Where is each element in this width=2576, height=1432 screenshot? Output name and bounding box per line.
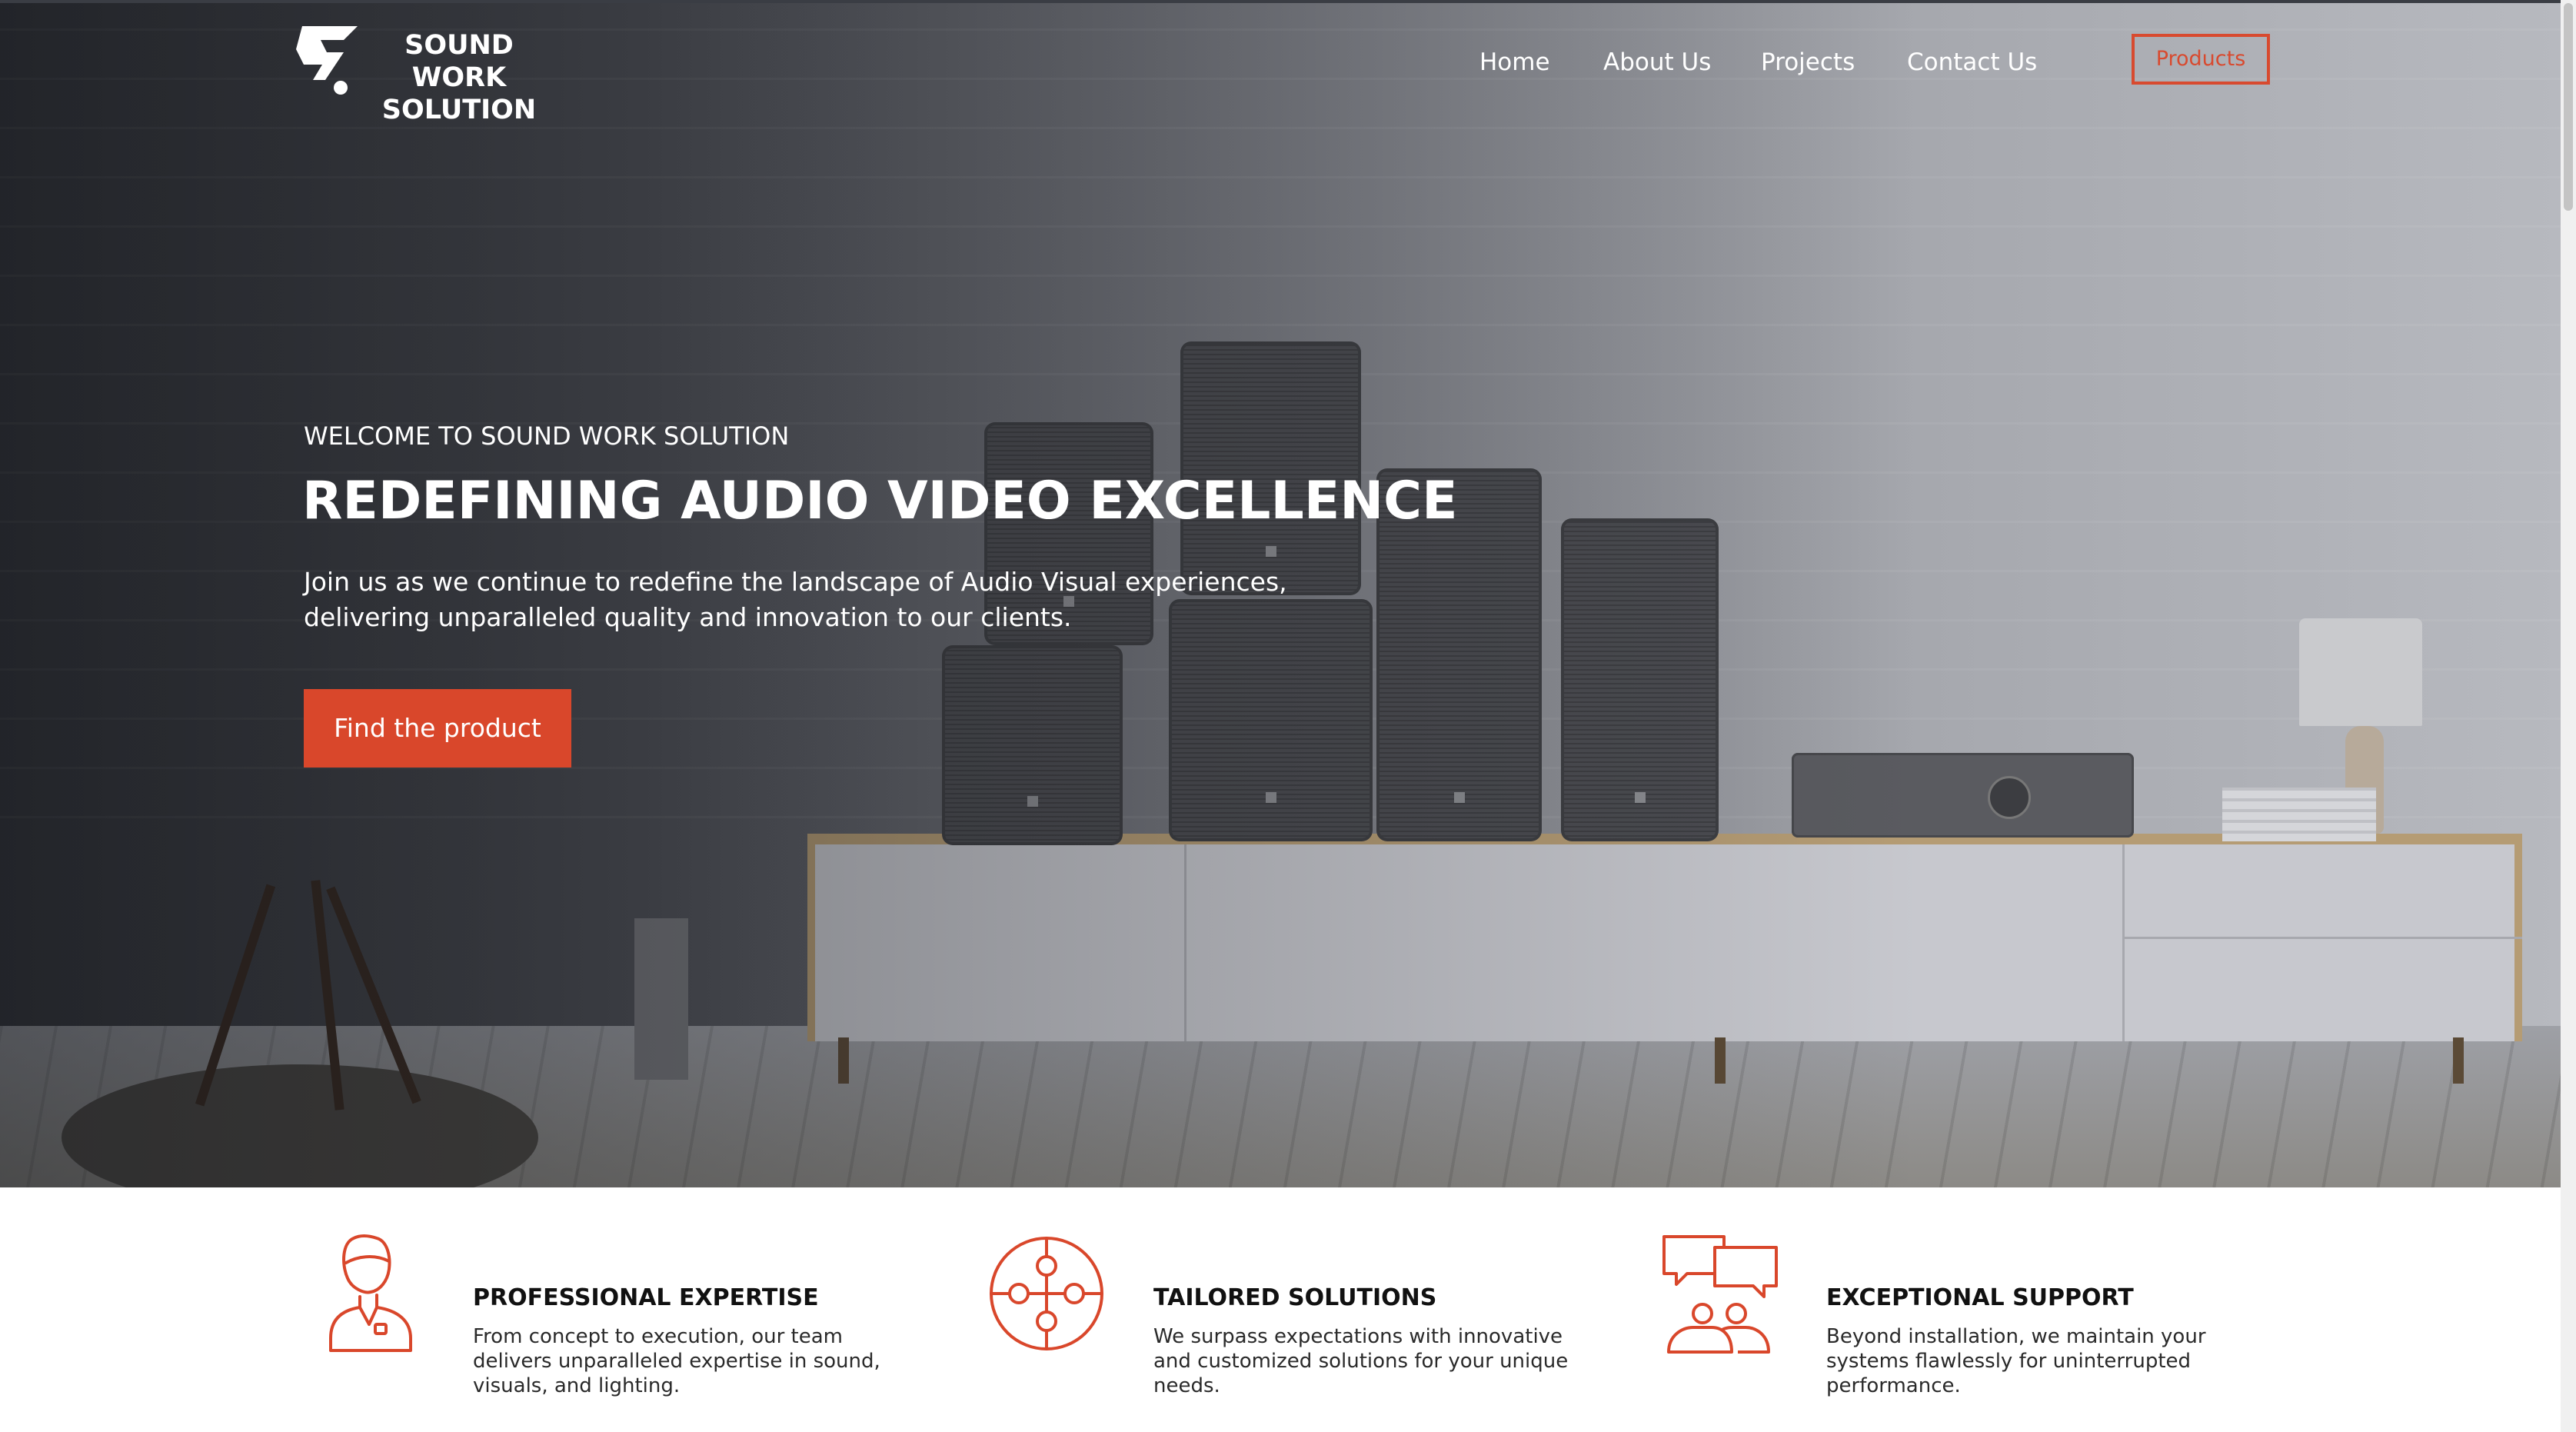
- feature-description-line: needs.: [1153, 1374, 1220, 1397]
- nav-about-us[interactable]: About Us: [1603, 43, 1711, 82]
- hero-subtext: Join us as we continue to redefine the l…: [304, 564, 1303, 635]
- puzzle-icon: [990, 1237, 1103, 1350]
- feature-description: We surpass expectations with innovative …: [1153, 1324, 1592, 1398]
- feature-description-line: We surpass expectations with innovative: [1153, 1325, 1563, 1348]
- feature-description-line: visuals, and lighting.: [473, 1374, 681, 1397]
- features-section: PROFESSIONAL EXPERTISE From concept to e…: [0, 1187, 2561, 1432]
- page-scrollbar[interactable]: [2561, 0, 2576, 1432]
- feature-description-line: systems flawlessly for uninterrupted: [1826, 1350, 2192, 1373]
- hero-subtext-line-2: delivering unparalleled quality and inno…: [304, 602, 1072, 632]
- feature-description-line: and customized solutions for your unique: [1153, 1350, 1569, 1373]
- feature-description-line: performance.: [1826, 1374, 1961, 1397]
- feature-tailored-solutions: TAILORED SOLUTIONS We surpass expectatio…: [988, 1234, 1619, 1397]
- hero-eyebrow: WELCOME TO SOUND WORK SOLUTION: [304, 421, 790, 451]
- support-chat-icon: [1662, 1235, 1778, 1354]
- feature-title: EXCEPTIONAL SUPPORT: [1826, 1284, 2134, 1311]
- feature-description: From concept to execution, our team deli…: [473, 1324, 911, 1398]
- nav-projects[interactable]: Projects: [1761, 43, 1855, 82]
- hero-headline: REDEFINING AUDIO VIDEO EXCELLENCE: [302, 471, 1458, 531]
- feature-title: TAILORED SOLUTIONS: [1153, 1284, 1437, 1311]
- feature-description-line: From concept to execution, our team: [473, 1325, 843, 1348]
- logo-line-2: SOLUTION: [381, 95, 537, 125]
- feature-professional-expertise: PROFESSIONAL EXPERTISE From concept to e…: [323, 1234, 954, 1397]
- products-button[interactable]: Products: [2132, 34, 2270, 85]
- scrollbar-thumb[interactable]: [2564, 3, 2573, 211]
- nav-home[interactable]: Home: [1479, 43, 1550, 82]
- feature-description-line: delivers unparalleled expertise in sound…: [473, 1350, 880, 1373]
- nav-contact-us[interactable]: Contact Us: [1907, 43, 2037, 82]
- find-product-button[interactable]: Find the product: [304, 689, 571, 768]
- feature-title: PROFESSIONAL EXPERTISE: [473, 1284, 819, 1311]
- feature-description-line: Beyond installation, we maintain your: [1826, 1325, 2206, 1348]
- hero-subtext-line-1: Join us as we continue to redefine the l…: [304, 567, 1287, 597]
- feature-exceptional-support: EXCEPTIONAL SUPPORT Beyond installation,…: [1661, 1234, 2291, 1397]
- person-icon: [329, 1234, 412, 1352]
- feature-description: Beyond installation, we maintain your sy…: [1826, 1324, 2265, 1398]
